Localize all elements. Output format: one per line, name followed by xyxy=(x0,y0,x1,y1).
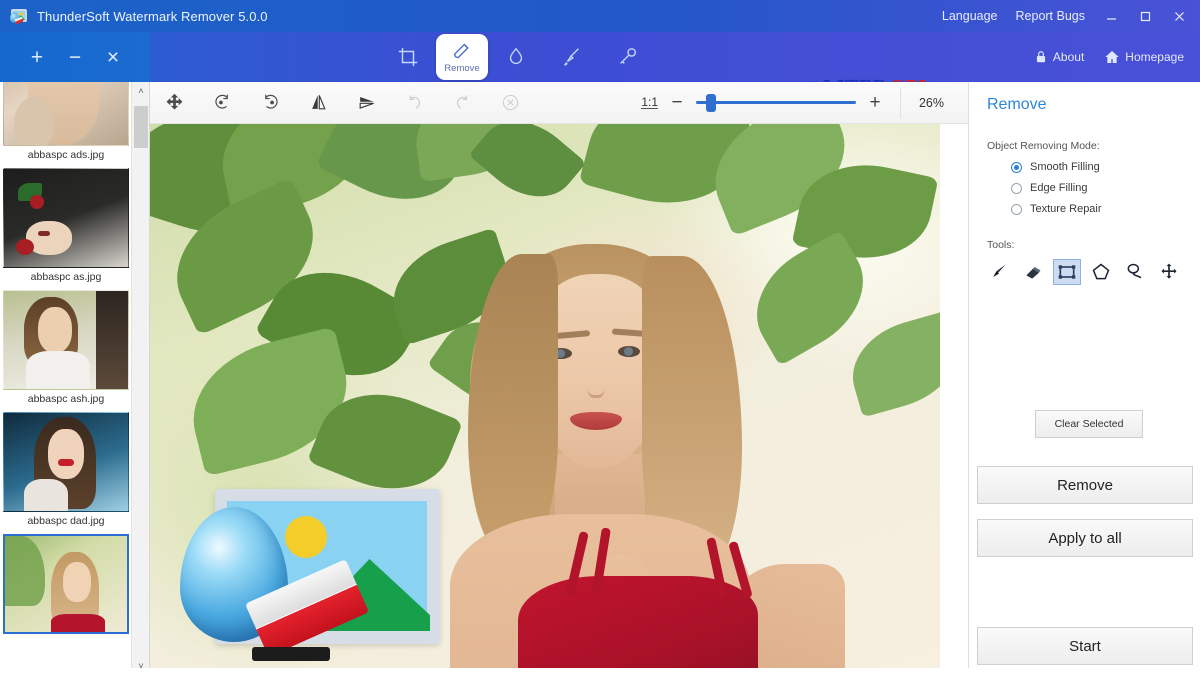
flip-vertical-icon[interactable] xyxy=(342,83,390,123)
homepage-label: Homepage xyxy=(1125,50,1184,64)
rotate-left-icon[interactable] xyxy=(246,83,294,123)
image-canvas[interactable] xyxy=(150,124,968,675)
list-item-label xyxy=(0,634,132,642)
move-selection-icon[interactable] xyxy=(1155,259,1183,285)
list-item[interactable]: abbaspc as.jpg xyxy=(0,168,132,288)
close-button[interactable] xyxy=(1162,0,1196,32)
undo-icon[interactable] xyxy=(390,83,438,123)
list-item[interactable]: abbaspc ash.jpg xyxy=(0,290,132,410)
tools-section-label: Tools: xyxy=(987,239,1015,251)
apply-to-all-button[interactable]: Apply to all xyxy=(977,519,1193,557)
eraser-tool-icon[interactable] xyxy=(1019,259,1047,285)
watermark-tool[interactable] xyxy=(488,35,544,79)
mode-section-label: Object Removing Mode: xyxy=(987,140,1100,152)
maximize-button[interactable] xyxy=(1128,0,1162,32)
about-link[interactable]: About xyxy=(1026,50,1092,64)
reset-icon[interactable] xyxy=(486,83,534,123)
sidebar-scrollbar[interactable]: ˄ ˅ xyxy=(131,82,149,675)
radio-icon[interactable] xyxy=(1011,161,1022,173)
list-item-label: abbaspc dad.jpg xyxy=(27,515,105,527)
thumbnail-image xyxy=(3,82,129,146)
about-label: About xyxy=(1052,50,1085,64)
zoom-slider[interactable] xyxy=(696,93,856,112)
radio-icon[interactable] xyxy=(1011,182,1022,194)
ribbon-right-links: About Homepage xyxy=(1026,32,1192,82)
window-bottom-edge xyxy=(0,668,1200,675)
radio-icon[interactable] xyxy=(1011,203,1022,215)
app-logo-overlay xyxy=(180,479,450,669)
report-bugs-link[interactable]: Report Bugs xyxy=(1007,0,1094,32)
mode-option-edge-filling[interactable]: Edge Filling xyxy=(969,173,1200,194)
lasso-select-icon[interactable] xyxy=(1121,259,1149,285)
magic-wand-tool[interactable] xyxy=(600,35,656,79)
crop-tool[interactable] xyxy=(380,35,436,79)
list-item[interactable]: abbaspc dad.jpg xyxy=(0,412,132,532)
remove-tool[interactable]: Remove xyxy=(436,34,488,80)
homepage-link[interactable]: Homepage xyxy=(1096,49,1192,65)
remove-button[interactable]: Remove xyxy=(977,466,1193,504)
zoom-in-button[interactable]: + xyxy=(866,92,884,114)
scroll-up-button[interactable]: ˄ xyxy=(132,82,149,100)
redo-icon[interactable] xyxy=(438,83,486,123)
lock-icon xyxy=(1036,51,1046,63)
home-icon xyxy=(1105,51,1119,63)
file-list-actions: + − × xyxy=(0,32,150,82)
mode-label: Texture Repair xyxy=(1030,203,1102,215)
thumbnail-image xyxy=(3,168,129,268)
thumbnail-list[interactable]: abbaspc ads.jpg abbaspc as.jpg abbaspc a… xyxy=(0,82,132,675)
thumbnail-image xyxy=(3,412,129,512)
minimize-button[interactable] xyxy=(1094,0,1128,32)
polygon-select-icon[interactable] xyxy=(1087,259,1115,285)
zoom-slider-handle[interactable] xyxy=(706,93,716,112)
clear-selected-button[interactable]: Clear Selected xyxy=(1035,410,1143,438)
zoom-slider-track xyxy=(696,101,856,104)
add-files-button[interactable]: + xyxy=(31,47,43,68)
actual-size-button[interactable]: 1:1 xyxy=(641,96,658,109)
thumbnail-image xyxy=(3,534,129,634)
remove-tool-label: Remove xyxy=(444,62,480,74)
pan-move-icon[interactable] xyxy=(150,83,198,123)
mode-tool-group: Remove xyxy=(380,32,656,82)
zoom-out-button[interactable]: − xyxy=(668,92,686,114)
flip-horizontal-icon[interactable] xyxy=(294,83,342,123)
zoom-level-value: 26% xyxy=(900,87,962,118)
selection-tools-row xyxy=(969,251,1200,285)
mode-option-texture-repair[interactable]: Texture Repair xyxy=(969,194,1200,215)
list-item-label: abbaspc ash.jpg xyxy=(27,393,105,405)
app-logo-icon xyxy=(10,7,28,25)
remove-settings-panel: Remove Object Removing Mode: Smooth Fill… xyxy=(968,82,1200,675)
tool-ribbon: + − × Remove About Homepage xyxy=(0,32,1200,98)
list-item[interactable] xyxy=(0,534,132,642)
rectangle-select-icon[interactable] xyxy=(1053,259,1081,285)
mode-option-smooth-filling[interactable]: Smooth Filling xyxy=(969,152,1200,173)
brush-tool-icon[interactable] xyxy=(985,259,1013,285)
list-item-label: abbaspc as.jpg xyxy=(30,271,102,283)
remove-file-button[interactable]: − xyxy=(69,47,81,68)
titlebar-right-group: Language Report Bugs xyxy=(933,0,1200,32)
canvas-toolbar: 1:1 − + 26% xyxy=(150,82,968,124)
clear-files-button[interactable]: × xyxy=(107,47,119,68)
rotate-right-icon[interactable] xyxy=(198,83,246,123)
brush-tool[interactable] xyxy=(544,35,600,79)
mode-label: Smooth Filling xyxy=(1030,161,1100,173)
file-list-sidebar: abbaspc ads.jpg abbaspc as.jpg abbaspc a… xyxy=(0,82,150,675)
thumbnail-image xyxy=(3,290,129,390)
list-item-label: abbaspc ads.jpg xyxy=(27,149,105,161)
language-menu[interactable]: Language xyxy=(933,0,1007,32)
window-title: ThunderSoft Watermark Remover 5.0.0 xyxy=(37,8,268,24)
application-window: ThunderSoft Watermark Remover 5.0.0 Lang… xyxy=(0,0,1200,675)
start-button[interactable]: Start xyxy=(977,627,1193,665)
scrollbar-thumb[interactable] xyxy=(134,106,148,148)
list-item[interactable]: abbaspc ads.jpg xyxy=(0,82,132,166)
panel-title: Remove xyxy=(987,96,1047,113)
photo-preview xyxy=(150,124,940,669)
title-bar: ThunderSoft Watermark Remover 5.0.0 Lang… xyxy=(0,0,1200,32)
mode-label: Edge Filling xyxy=(1030,182,1088,194)
zoom-controls: 1:1 − + 26% xyxy=(641,87,968,118)
